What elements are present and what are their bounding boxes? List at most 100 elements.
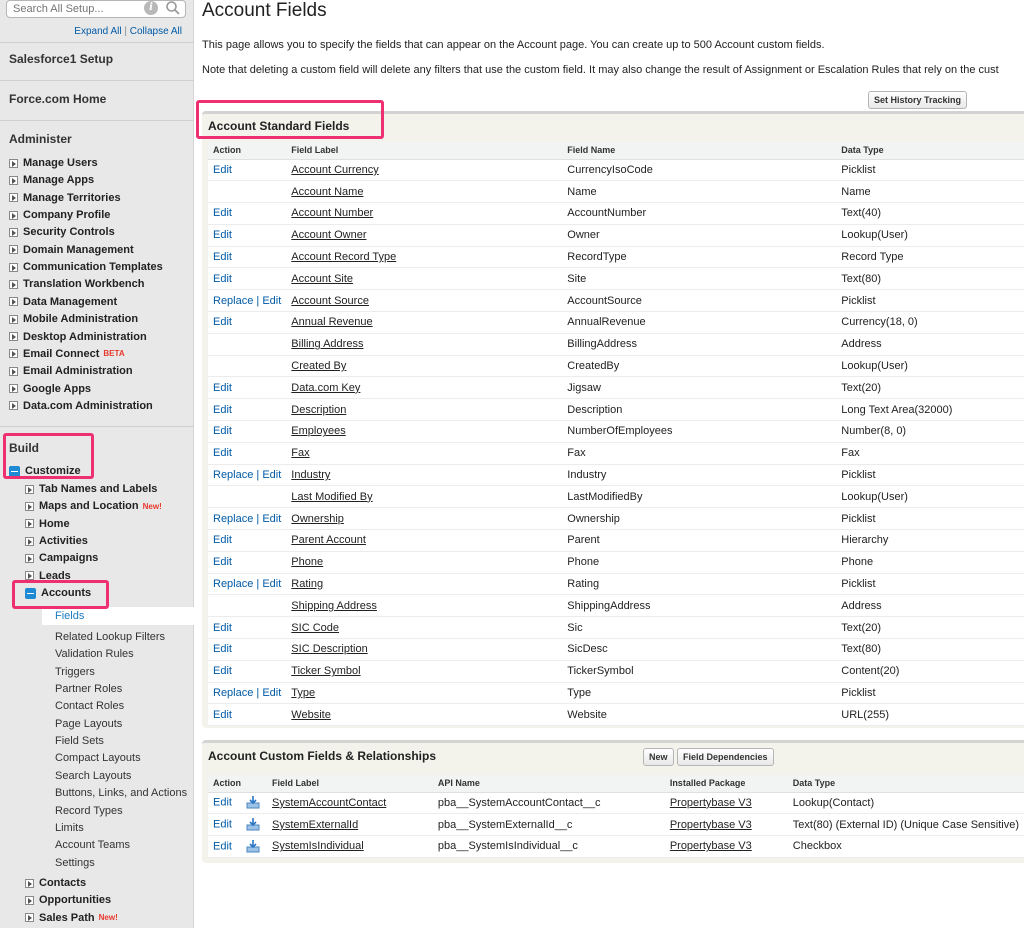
expand-icon[interactable]	[9, 227, 18, 237]
action-links[interactable]: Edit	[213, 404, 232, 416]
collapse-all-link[interactable]: Collapse All	[130, 26, 182, 37]
field-dependencies-button[interactable]: Field Dependencies	[677, 748, 774, 766]
action-links[interactable]: Edit	[213, 622, 232, 634]
field-label-link[interactable]: Annual Revenue	[291, 316, 372, 328]
field-label-link[interactable]: Data.com Key	[291, 382, 360, 394]
expand-icon[interactable]	[9, 158, 18, 168]
field-label-link[interactable]: SystemAccountContact	[272, 797, 386, 809]
expand-icon[interactable]	[9, 245, 18, 255]
sidebar-item-maps-and-location[interactable]: Maps and Location New!	[25, 498, 162, 514]
sidebar-item-customize[interactable]: Customize	[9, 463, 81, 479]
expand-icon[interactable]	[25, 519, 34, 529]
field-label-link[interactable]: Ticker Symbol	[291, 665, 360, 677]
action-links[interactable]: Edit	[213, 251, 232, 263]
sidebar-item-data-management[interactable]: Data Management	[9, 294, 117, 310]
field-label-link[interactable]: Phone	[291, 556, 323, 568]
expand-icon[interactable]	[25, 536, 34, 546]
accounts-subitem-field-sets[interactable]: Field Sets	[55, 735, 104, 747]
field-label-link[interactable]: Account Currency	[291, 164, 378, 176]
field-label-link[interactable]: Account Site	[291, 273, 353, 285]
field-label-link[interactable]: Account Record Type	[291, 251, 396, 263]
sidebar-item-campaigns[interactable]: Campaigns	[25, 550, 98, 566]
expand-icon[interactable]	[9, 401, 18, 411]
sidebar-item-manage-territories[interactable]: Manage Territories	[9, 190, 121, 206]
expand-icon[interactable]	[25, 553, 34, 563]
field-label-link[interactable]: Account Number	[291, 207, 373, 219]
field-label-link[interactable]: Shipping Address	[291, 600, 377, 612]
new-field-button[interactable]: New	[643, 748, 674, 766]
accounts-subitem-triggers[interactable]: Triggers	[55, 666, 95, 678]
expand-icon[interactable]	[9, 210, 18, 220]
action-links[interactable]: Edit	[213, 665, 232, 677]
action-links[interactable]: Edit	[213, 643, 232, 655]
action-links[interactable]: Edit	[213, 164, 232, 176]
action-links[interactable]: Edit	[213, 207, 232, 219]
action-links[interactable]: Replace | Edit	[213, 687, 281, 699]
sidebar-item-activities[interactable]: Activities	[25, 533, 88, 549]
collapse-icon[interactable]	[25, 587, 36, 599]
salesforce1-setup-link[interactable]: Salesforce1 Setup	[9, 52, 113, 66]
accounts-subitem-settings[interactable]: Settings	[55, 857, 95, 869]
field-label-link[interactable]: Employees	[291, 425, 345, 437]
installed-package-link[interactable]: Propertybase V3	[670, 797, 752, 809]
installed-package-link[interactable]: Propertybase V3	[670, 819, 752, 831]
action-links[interactable]: Edit	[213, 229, 232, 241]
sidebar-item-home[interactable]: Home	[25, 516, 70, 532]
accounts-subitem-contact-roles[interactable]: Contact Roles	[55, 700, 124, 712]
expand-icon[interactable]	[25, 878, 34, 888]
sidebar-item-security-controls[interactable]: Security Controls	[9, 224, 115, 240]
field-label-link[interactable]: Ownership	[291, 513, 344, 525]
field-label-link[interactable]: Fax	[291, 447, 309, 459]
search-icon[interactable]	[164, 0, 182, 17]
action-links[interactable]: Edit	[213, 447, 232, 459]
field-label-link[interactable]: Created By	[291, 360, 346, 372]
accounts-subitem-fields[interactable]: Fields	[42, 607, 194, 625]
accounts-subitem-buttons-links-and-actions[interactable]: Buttons, Links, and Actions	[55, 787, 187, 799]
field-label-link[interactable]: Account Source	[291, 295, 369, 307]
info-icon[interactable]: i	[144, 1, 158, 15]
set-history-tracking-button[interactable]: Set History Tracking	[868, 91, 968, 109]
field-label-link[interactable]: Parent Account	[291, 534, 366, 546]
expand-icon[interactable]	[9, 279, 18, 289]
sidebar-item-communication-templates[interactable]: Communication Templates	[9, 259, 163, 275]
expand-icon[interactable]	[25, 571, 34, 581]
sidebar-item-accounts[interactable]: Accounts	[25, 585, 91, 601]
accounts-subitem-page-layouts[interactable]: Page Layouts	[55, 718, 122, 730]
sidebar-item-data-com-administration[interactable]: Data.com Administration	[9, 398, 153, 414]
accounts-subitem-partner-roles[interactable]: Partner Roles	[55, 683, 122, 695]
field-label-link[interactable]: Website	[291, 709, 331, 721]
sidebar-item-google-apps[interactable]: Google Apps	[9, 381, 91, 397]
sidebar-item-opportunities[interactable]: Opportunities	[25, 892, 111, 908]
field-label-link[interactable]: Billing Address	[291, 338, 363, 350]
accounts-subitem-record-types[interactable]: Record Types	[55, 805, 123, 817]
collapse-icon[interactable]	[9, 465, 20, 477]
action-links[interactable]: Edit	[213, 316, 232, 328]
accounts-subitem-limits[interactable]: Limits	[55, 822, 84, 834]
field-label-link[interactable]: Account Name	[291, 186, 363, 198]
field-label-link[interactable]: Industry	[291, 469, 330, 481]
force-home-link[interactable]: Force.com Home	[9, 92, 106, 106]
edit-link[interactable]: Edit	[213, 840, 232, 852]
sidebar-item-leads[interactable]: Leads	[25, 568, 71, 584]
action-links[interactable]: Edit	[213, 425, 232, 437]
expand-icon[interactable]	[25, 484, 34, 494]
expand-icon[interactable]	[9, 314, 18, 324]
accounts-subitem-account-teams[interactable]: Account Teams	[55, 839, 130, 851]
field-label-link[interactable]: SIC Code	[291, 622, 339, 634]
action-links[interactable]: Replace | Edit	[213, 295, 281, 307]
accounts-subitem-compact-layouts[interactable]: Compact Layouts	[55, 752, 141, 764]
expand-icon[interactable]	[25, 501, 34, 511]
action-links[interactable]: Edit	[213, 534, 232, 546]
expand-icon[interactable]	[25, 913, 34, 923]
action-links[interactable]: Edit	[213, 709, 232, 721]
sidebar-item-sales-path[interactable]: Sales Path New!	[25, 910, 118, 926]
field-label-link[interactable]: SystemExternalId	[272, 819, 358, 831]
action-links[interactable]: Replace | Edit	[213, 469, 281, 481]
field-label-link[interactable]: Type	[291, 687, 315, 699]
edit-link[interactable]: Edit	[213, 797, 232, 809]
expand-all-link[interactable]: Expand All	[74, 26, 121, 37]
action-links[interactable]: Edit	[213, 382, 232, 394]
sidebar-item-company-profile[interactable]: Company Profile	[9, 207, 110, 223]
expand-icon[interactable]	[9, 384, 18, 394]
sidebar-item-email-connect[interactable]: Email Connect BETA	[9, 346, 125, 362]
